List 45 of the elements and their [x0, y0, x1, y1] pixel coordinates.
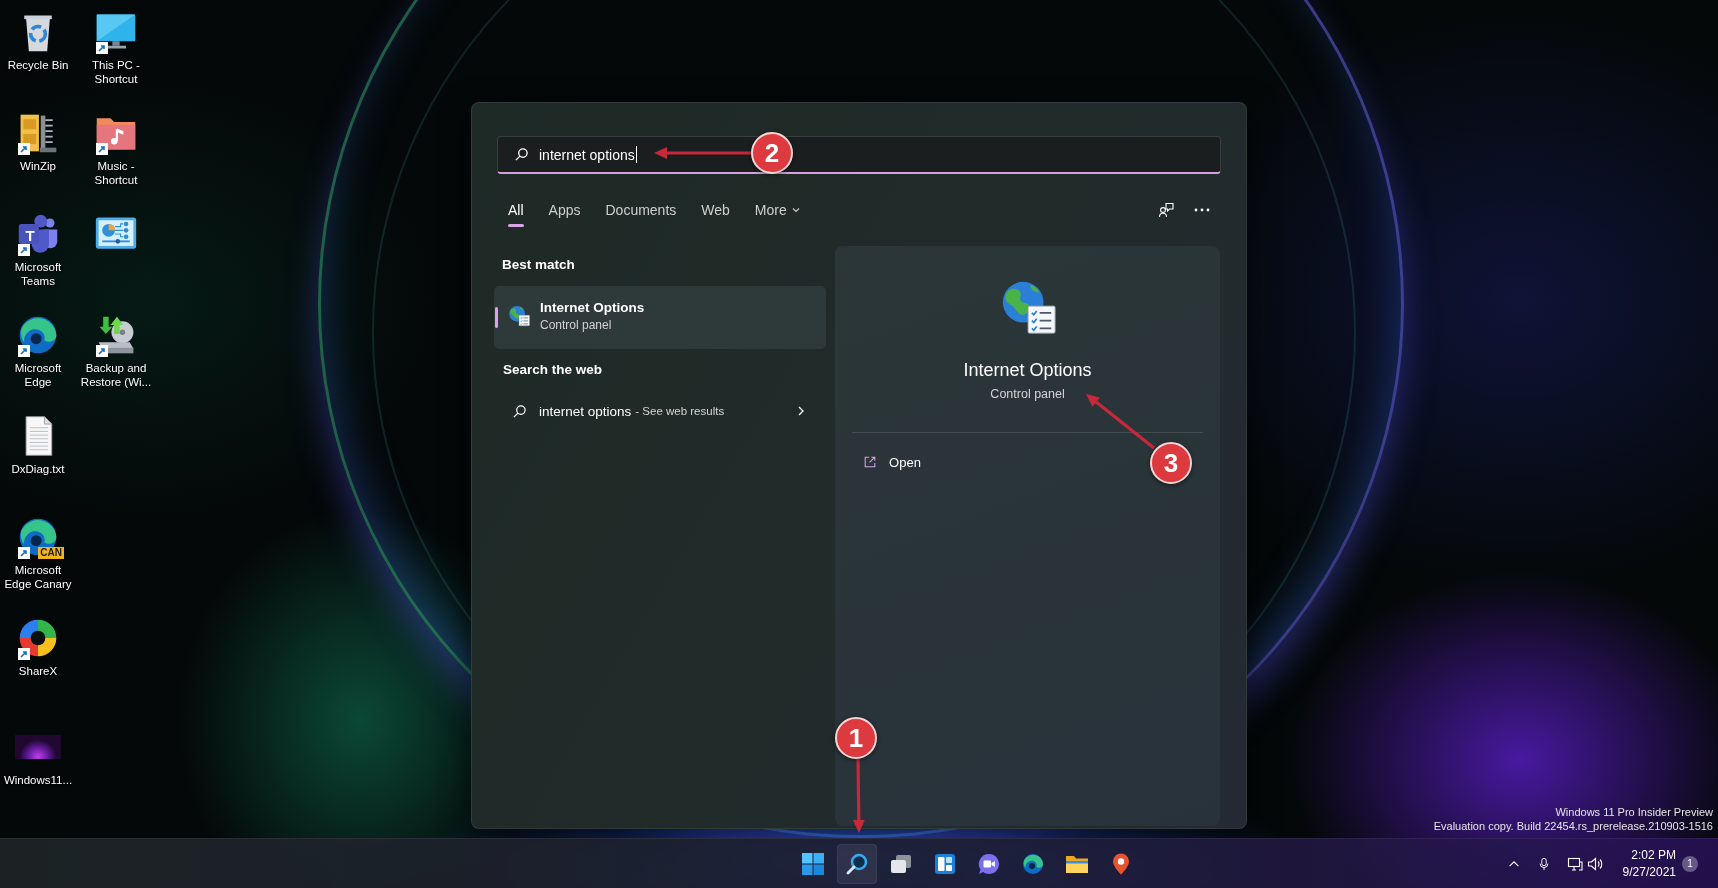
desktop-icon-label: Windows11... [3, 773, 73, 787]
notification-count[interactable]: 1 [1682, 855, 1698, 872]
desktop-icon-label: Music - Shortcut [93, 159, 139, 187]
preview-title: Internet Options [963, 359, 1092, 382]
result-item[interactable]: Internet Options Control panel [494, 286, 827, 349]
filter-tab[interactable]: More [743, 191, 812, 229]
video-chat-icon [977, 851, 1001, 876]
globe-checklist-icon [507, 303, 531, 328]
desktop-icon-label: Microsoft Teams [13, 260, 63, 288]
filter-tab[interactable]: Web [690, 191, 741, 229]
desktop-icon-label: Recycle Bin [7, 58, 69, 72]
desktop-icon-label: Backup and Restore (Wi... [79, 361, 153, 389]
build-info-line: Evaluation copy. Build 22454.rs_prerelease.210903-1516 [1433, 819, 1713, 833]
logo-letter: T [24, 225, 36, 246]
monitor-icon[interactable] [1566, 855, 1583, 872]
image-thumbnail[interactable] [15, 735, 61, 759]
more-icon[interactable] [1194, 208, 1210, 212]
panels-icon [933, 851, 957, 876]
desktop-icon-label: DxDiag.txt [11, 462, 65, 476]
desktop-icon-label: Microsoft Edge [13, 361, 63, 389]
web-search-item[interactable]: internet options - See web results [494, 391, 827, 431]
speaker-icon[interactable] [1586, 855, 1603, 872]
desktop-icon-label: ShareX [18, 664, 58, 678]
desktop-icon-label: This PC - Shortcut [91, 58, 141, 86]
desktop-icon-label: Microsoft Edge Canary [3, 563, 73, 591]
section-heading: Search the web [503, 361, 604, 379]
search-icon [512, 403, 527, 419]
filter-tab[interactable]: Documents [594, 191, 688, 229]
section-heading: Best match [502, 256, 576, 274]
taskbar-button[interactable] [837, 843, 877, 884]
search-icon [514, 147, 529, 162]
people-tile-icon[interactable] [16, 212, 60, 256]
label-badge: CAN [38, 547, 64, 559]
desktop-icon-label: WinZip [20, 159, 56, 173]
clock-button[interactable]: 2:02 PM 9/27/2021 [1622, 846, 1676, 881]
preview-subtitle: Control panel [990, 386, 1065, 402]
search-icon [845, 851, 869, 876]
open-external-icon [863, 455, 878, 469]
person-chat-icon[interactable] [1158, 202, 1174, 218]
build-info-line: Windows 11 Pro Insider Preview [1555, 805, 1713, 819]
swirl-icon [1021, 851, 1045, 876]
text-cursor [635, 146, 637, 163]
start-icon [801, 851, 825, 876]
filter-tab[interactable]: All [497, 191, 535, 229]
filter-tab[interactable]: Apps [537, 191, 592, 229]
